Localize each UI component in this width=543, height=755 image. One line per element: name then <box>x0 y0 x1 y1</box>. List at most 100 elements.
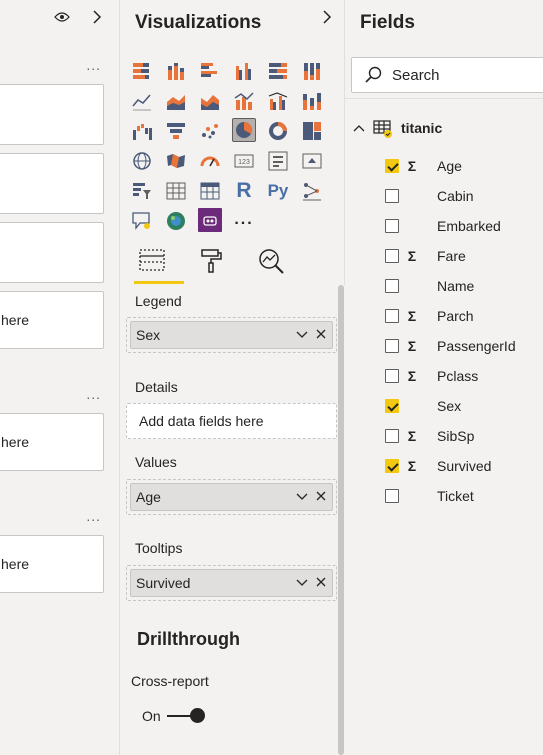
filter-card[interactable]: here <box>0 413 104 471</box>
table-node-titanic[interactable]: titanic <box>353 118 442 138</box>
map-icon[interactable] <box>130 148 154 172</box>
chevron-down-icon[interactable] <box>296 327 308 342</box>
slicer-icon[interactable] <box>130 178 154 202</box>
chevron-right-icon[interactable] <box>92 10 102 27</box>
field-item-parch[interactable]: Σ Parch <box>385 301 474 331</box>
field-checkbox[interactable] <box>385 489 399 503</box>
values-well[interactable]: Age <box>126 479 337 515</box>
100-stacked-column-icon[interactable] <box>300 58 324 82</box>
tooltips-field-pill[interactable]: Survived <box>130 569 333 597</box>
field-item-embarked[interactable]: Embarked <box>385 211 501 241</box>
stacked-area-icon[interactable] <box>198 88 222 112</box>
field-checkbox[interactable] <box>385 309 399 323</box>
visual-gallery: 123 R Py ... <box>130 58 361 238</box>
key-influencers-icon[interactable] <box>300 178 324 202</box>
analytics-tab[interactable] <box>254 244 290 284</box>
ribbon-chart-icon[interactable] <box>300 88 324 112</box>
field-name: SibSp <box>437 428 475 444</box>
filled-map-icon[interactable] <box>164 148 188 172</box>
100-stacked-bar-icon[interactable] <box>266 58 290 82</box>
area-chart-icon[interactable] <box>164 88 188 112</box>
field-checkbox[interactable] <box>385 249 399 263</box>
field-item-sex[interactable]: Sex <box>385 391 461 421</box>
details-well[interactable]: Add data fields here <box>126 403 337 439</box>
close-icon[interactable] <box>316 489 326 504</box>
line-stacked-column-icon[interactable] <box>232 88 256 112</box>
cross-report-toggle[interactable]: On <box>142 708 205 724</box>
values-field-name: Age <box>136 489 161 505</box>
values-field-pill[interactable]: Age <box>130 483 333 511</box>
details-placeholder: Add data fields here <box>139 413 264 429</box>
filter-card[interactable]: here <box>0 535 104 593</box>
close-icon[interactable] <box>316 575 326 590</box>
matrix-icon[interactable] <box>198 178 222 202</box>
field-name: Survived <box>437 458 492 474</box>
toggle-knob[interactable] <box>189 708 205 723</box>
chevron-down-icon[interactable] <box>296 489 308 504</box>
legend-field-pill[interactable]: Sex <box>130 321 333 349</box>
field-checkbox[interactable] <box>385 399 399 413</box>
chevron-down-icon[interactable] <box>296 575 308 590</box>
more-options-icon[interactable]: ... <box>86 386 101 402</box>
arcgis-icon[interactable] <box>164 208 188 232</box>
field-checkbox[interactable] <box>385 459 399 473</box>
field-item-sibsp[interactable]: Σ SibSp <box>385 421 474 451</box>
filter-card[interactable] <box>0 222 104 283</box>
multi-row-card-icon[interactable] <box>266 148 290 172</box>
field-checkbox[interactable] <box>385 429 399 443</box>
more-options-icon[interactable]: ... <box>86 57 101 73</box>
gauge-icon[interactable] <box>198 148 222 172</box>
table-icon[interactable] <box>164 178 188 202</box>
close-icon[interactable] <box>316 327 326 342</box>
kpi-icon[interactable] <box>300 148 324 172</box>
funnel-icon[interactable] <box>164 118 188 142</box>
field-checkbox[interactable] <box>385 369 399 383</box>
visualizations-pane: Visualizations 123 R Py ... Legend Sex D… <box>120 0 345 755</box>
filter-card[interactable]: here <box>0 291 104 349</box>
pie-chart-icon[interactable] <box>232 118 256 142</box>
field-checkbox[interactable] <box>385 219 399 233</box>
field-item-ticket[interactable]: Ticket <box>385 481 474 511</box>
clustered-column-icon[interactable] <box>232 58 256 82</box>
python-visual-icon[interactable]: Py <box>266 178 290 202</box>
format-tab[interactable] <box>194 244 230 284</box>
toggle-track[interactable] <box>166 708 205 723</box>
legend-well[interactable]: Sex <box>126 317 337 353</box>
stacked-bar-icon[interactable] <box>130 58 154 82</box>
sigma-icon: Σ <box>407 338 417 354</box>
r-visual-icon[interactable]: R <box>232 178 256 202</box>
field-item-passengerid[interactable]: Σ PassengerId <box>385 331 516 361</box>
clustered-bar-icon[interactable] <box>198 58 222 82</box>
power-apps-icon[interactable] <box>198 208 222 232</box>
more-options-icon[interactable]: ... <box>86 508 101 524</box>
line-clustered-column-icon[interactable] <box>266 88 290 112</box>
search-input[interactable]: Search <box>351 57 543 93</box>
line-chart-icon[interactable] <box>130 88 154 112</box>
scatter-icon[interactable] <box>198 118 222 142</box>
filter-card[interactable] <box>0 153 104 214</box>
field-item-fare[interactable]: Σ Fare <box>385 241 466 271</box>
treemap-icon[interactable] <box>300 118 324 142</box>
field-item-name[interactable]: Name <box>385 271 474 301</box>
filter-card[interactable] <box>0 84 104 145</box>
field-checkbox[interactable] <box>385 279 399 293</box>
stacked-column-icon[interactable] <box>164 58 188 82</box>
field-item-cabin[interactable]: Cabin <box>385 181 474 211</box>
chevron-right-icon[interactable] <box>322 10 332 29</box>
waterfall-icon[interactable] <box>130 118 154 142</box>
qa-icon[interactable] <box>130 208 154 232</box>
field-checkbox[interactable] <box>385 189 399 203</box>
field-checkbox[interactable] <box>385 159 399 173</box>
donut-chart-icon[interactable] <box>266 118 290 142</box>
field-name: Name <box>437 278 475 294</box>
vertical-scrollbar[interactable] <box>338 285 344 755</box>
field-item-pclass[interactable]: Σ Pclass <box>385 361 478 391</box>
tooltips-well[interactable]: Survived <box>126 565 337 601</box>
card-icon[interactable]: 123 <box>232 148 256 172</box>
eye-icon[interactable] <box>54 10 70 27</box>
field-item-survived[interactable]: Σ Survived <box>385 451 491 481</box>
fields-tab[interactable] <box>134 244 184 284</box>
more-visuals-icon[interactable]: ... <box>232 208 256 232</box>
field-checkbox[interactable] <box>385 339 399 353</box>
field-item-age[interactable]: Σ Age <box>385 151 462 181</box>
